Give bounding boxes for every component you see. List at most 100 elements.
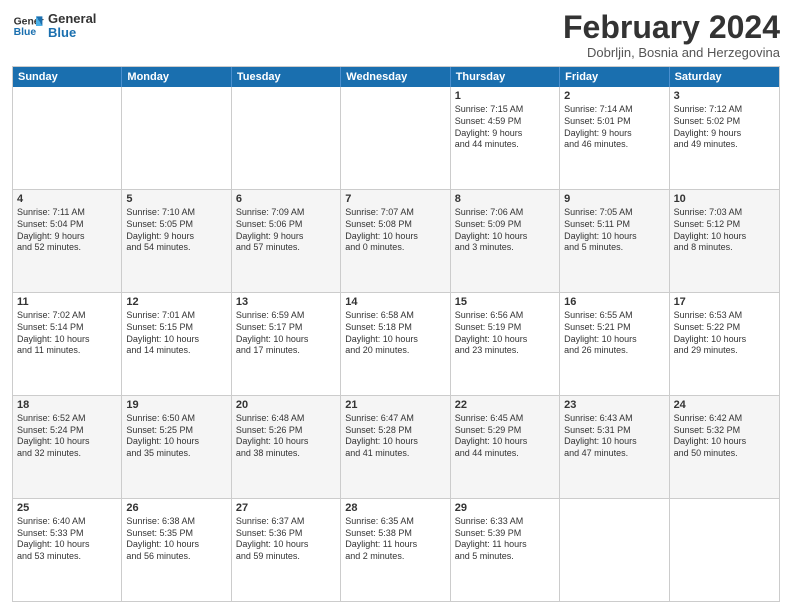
day-number: 5	[126, 193, 226, 205]
cell-info: Sunrise: 7:05 AM Sunset: 5:11 PM Dayligh…	[564, 207, 664, 254]
calendar-body: 1Sunrise: 7:15 AM Sunset: 4:59 PM Daylig…	[13, 87, 779, 601]
cal-cell: 17Sunrise: 6:53 AM Sunset: 5:22 PM Dayli…	[670, 293, 779, 395]
cal-cell: 7 Sunrise: 7:07 AM Sunset: 5:08 PM Daylig…	[341, 190, 450, 292]
cell-info: Sunrise: 6:45 AM Sunset: 5:29 PM Dayligh…	[455, 413, 555, 460]
cal-cell: 9 Sunrise: 7:05 AM Sunset: 5:11 PM Daylig…	[560, 190, 669, 292]
cal-row: 25 Sunrise: 6:40 AM Sunset: 5:33 PM Dayli…	[13, 499, 779, 601]
day-number: 11	[17, 296, 117, 308]
cell-info: Sunrise: 6:47 AM Sunset: 5:28 PM Dayligh…	[345, 413, 445, 460]
cal-row: 11Sunrise: 7:02 AM Sunset: 5:14 PM Dayli…	[13, 293, 779, 396]
cal-cell: 12 Sunrise: 7:01 AM Sunset: 5:15 PM Dayli…	[122, 293, 231, 395]
cal-cell: 23 Sunrise: 6:43 AM Sunset: 5:31 PM Dayli…	[560, 396, 669, 498]
day-number: 8	[455, 193, 555, 205]
cal-cell: 24Sunrise: 6:42 AM Sunset: 5:32 PM Dayli…	[670, 396, 779, 498]
logo-line2: Blue	[48, 26, 96, 40]
cal-cell	[560, 499, 669, 601]
header-sunday: Sunday	[13, 67, 122, 87]
day-number: 23	[564, 399, 664, 411]
header-saturday: Saturday	[670, 67, 779, 87]
day-number: 4	[17, 193, 117, 205]
header-tuesday: Tuesday	[232, 67, 341, 87]
cal-cell: 2 Sunrise: 7:14 AM Sunset: 5:01 PM Daylig…	[560, 87, 669, 189]
cal-cell: 11Sunrise: 7:02 AM Sunset: 5:14 PM Dayli…	[13, 293, 122, 395]
cal-cell: 5 Sunrise: 7:10 AM Sunset: 5:05 PM Daylig…	[122, 190, 231, 292]
cell-info: Sunrise: 7:11 AM Sunset: 5:04 PM Dayligh…	[17, 207, 117, 254]
cell-info: Sunrise: 6:56 AM Sunset: 5:19 PM Dayligh…	[455, 310, 555, 357]
day-number: 25	[17, 502, 117, 514]
cal-row: 1Sunrise: 7:15 AM Sunset: 4:59 PM Daylig…	[13, 87, 779, 190]
cell-info: Sunrise: 7:14 AM Sunset: 5:01 PM Dayligh…	[564, 104, 664, 151]
page-header: General Blue General Blue February 2024 …	[12, 10, 780, 60]
cell-info: Sunrise: 6:38 AM Sunset: 5:35 PM Dayligh…	[126, 516, 226, 563]
cal-cell: 3Sunrise: 7:12 AM Sunset: 5:02 PM Daylig…	[670, 87, 779, 189]
cell-info: Sunrise: 6:40 AM Sunset: 5:33 PM Dayligh…	[17, 516, 117, 563]
cell-info: Sunrise: 7:06 AM Sunset: 5:09 PM Dayligh…	[455, 207, 555, 254]
cell-info: Sunrise: 6:52 AM Sunset: 5:24 PM Dayligh…	[17, 413, 117, 460]
cell-info: Sunrise: 6:48 AM Sunset: 5:26 PM Dayligh…	[236, 413, 336, 460]
cell-info: Sunrise: 6:43 AM Sunset: 5:31 PM Dayligh…	[564, 413, 664, 460]
day-number: 16	[564, 296, 664, 308]
day-number: 1	[455, 90, 555, 102]
cal-cell: 1Sunrise: 7:15 AM Sunset: 4:59 PM Daylig…	[451, 87, 560, 189]
svg-text:Blue: Blue	[14, 27, 37, 38]
logo-icon: General Blue	[12, 10, 44, 42]
cal-cell: 27 Sunrise: 6:37 AM Sunset: 5:36 PM Dayli…	[232, 499, 341, 601]
month-title: February 2024	[563, 10, 780, 45]
calendar: Sunday Monday Tuesday Wednesday Thursday…	[12, 66, 780, 602]
cal-cell: 26 Sunrise: 6:38 AM Sunset: 5:35 PM Dayli…	[122, 499, 231, 601]
cal-cell: 15Sunrise: 6:56 AM Sunset: 5:19 PM Dayli…	[451, 293, 560, 395]
day-number: 18	[17, 399, 117, 411]
cal-cell: 8 Sunrise: 7:06 AM Sunset: 5:09 PM Daylig…	[451, 190, 560, 292]
cal-cell	[232, 87, 341, 189]
day-number: 29	[455, 502, 555, 514]
cal-cell	[341, 87, 450, 189]
cal-cell: 10 Sunrise: 7:03 AM Sunset: 5:12 PM Dayli…	[670, 190, 779, 292]
cell-info: Sunrise: 7:10 AM Sunset: 5:05 PM Dayligh…	[126, 207, 226, 254]
cal-cell: 29 Sunrise: 6:33 AM Sunset: 5:39 PM Dayli…	[451, 499, 560, 601]
cell-info: Sunrise: 6:59 AM Sunset: 5:17 PM Dayligh…	[236, 310, 336, 357]
cell-info: Sunrise: 6:33 AM Sunset: 5:39 PM Dayligh…	[455, 516, 555, 563]
cell-info: Sunrise: 7:03 AM Sunset: 5:12 PM Dayligh…	[674, 207, 775, 254]
cal-cell: 20 Sunrise: 6:48 AM Sunset: 5:26 PM Dayli…	[232, 396, 341, 498]
cal-cell: 16 Sunrise: 6:55 AM Sunset: 5:21 PM Dayli…	[560, 293, 669, 395]
day-number: 28	[345, 502, 445, 514]
day-number: 13	[236, 296, 336, 308]
cal-cell: 14 Sunrise: 6:58 AM Sunset: 5:18 PM Dayli…	[341, 293, 450, 395]
cell-info: Sunrise: 6:37 AM Sunset: 5:36 PM Dayligh…	[236, 516, 336, 563]
calendar-header: Sunday Monday Tuesday Wednesday Thursday…	[13, 67, 779, 87]
day-number: 9	[564, 193, 664, 205]
day-number: 27	[236, 502, 336, 514]
cell-info: Sunrise: 6:55 AM Sunset: 5:21 PM Dayligh…	[564, 310, 664, 357]
day-number: 17	[674, 296, 775, 308]
cell-info: Sunrise: 7:07 AM Sunset: 5:08 PM Dayligh…	[345, 207, 445, 254]
cal-row: 4 Sunrise: 7:11 AM Sunset: 5:04 PM Daylig…	[13, 190, 779, 293]
cal-cell: 19Sunrise: 6:50 AM Sunset: 5:25 PM Dayli…	[122, 396, 231, 498]
day-number: 14	[345, 296, 445, 308]
location: Dobrljin, Bosnia and Herzegovina	[563, 45, 780, 60]
cal-cell	[670, 499, 779, 601]
cal-cell: 22 Sunrise: 6:45 AM Sunset: 5:29 PM Dayli…	[451, 396, 560, 498]
day-number: 20	[236, 399, 336, 411]
cal-row: 18 Sunrise: 6:52 AM Sunset: 5:24 PM Dayli…	[13, 396, 779, 499]
cell-info: Sunrise: 6:50 AM Sunset: 5:25 PM Dayligh…	[126, 413, 226, 460]
header-thursday: Thursday	[451, 67, 560, 87]
cell-info: Sunrise: 7:12 AM Sunset: 5:02 PM Dayligh…	[674, 104, 775, 151]
header-monday: Monday	[122, 67, 231, 87]
day-number: 26	[126, 502, 226, 514]
day-number: 7	[345, 193, 445, 205]
cal-cell	[122, 87, 231, 189]
day-number: 24	[674, 399, 775, 411]
cell-info: Sunrise: 7:09 AM Sunset: 5:06 PM Dayligh…	[236, 207, 336, 254]
day-number: 2	[564, 90, 664, 102]
cal-cell: 18 Sunrise: 6:52 AM Sunset: 5:24 PM Dayli…	[13, 396, 122, 498]
cell-info: Sunrise: 6:58 AM Sunset: 5:18 PM Dayligh…	[345, 310, 445, 357]
header-friday: Friday	[560, 67, 669, 87]
cell-info: Sunrise: 6:35 AM Sunset: 5:38 PM Dayligh…	[345, 516, 445, 563]
cell-info: Sunrise: 7:01 AM Sunset: 5:15 PM Dayligh…	[126, 310, 226, 357]
day-number: 10	[674, 193, 775, 205]
day-number: 12	[126, 296, 226, 308]
cal-cell: 13 Sunrise: 6:59 AM Sunset: 5:17 PM Dayli…	[232, 293, 341, 395]
logo-line1: General	[48, 12, 96, 26]
day-number: 22	[455, 399, 555, 411]
cal-cell: 28 Sunrise: 6:35 AM Sunset: 5:38 PM Dayli…	[341, 499, 450, 601]
